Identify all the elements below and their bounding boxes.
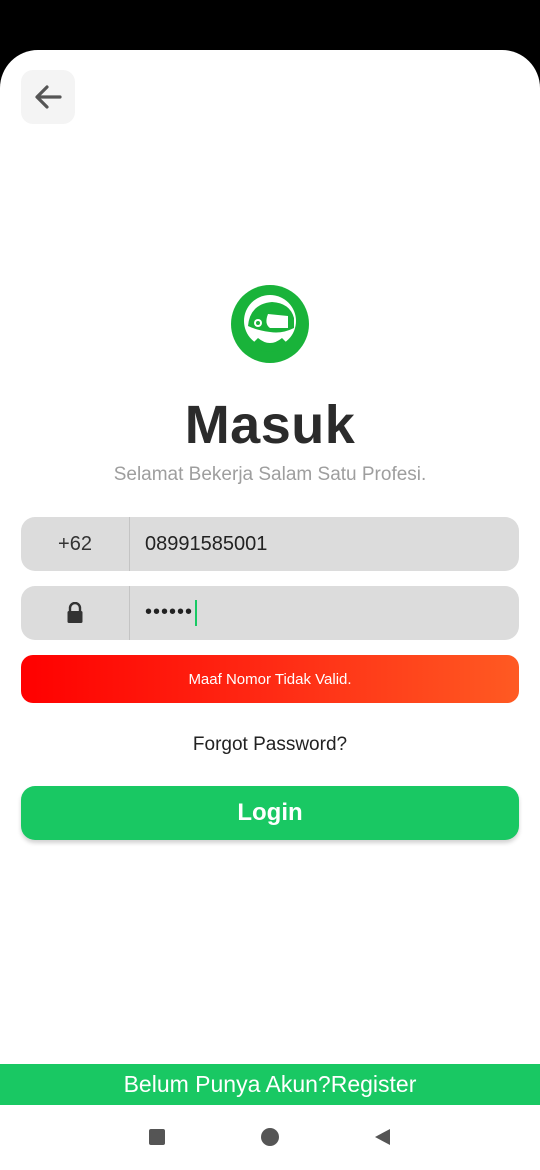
register-prompt: Belum Punya Akun? xyxy=(123,1071,331,1097)
page-title: Masuk xyxy=(184,395,356,455)
password-prefix xyxy=(21,586,130,640)
page-subtitle: Selamat Bekerja Salam Satu Profesi. xyxy=(113,464,427,485)
password-field[interactable]: •••••• xyxy=(21,586,519,640)
login-button[interactable]: Login xyxy=(21,786,519,840)
helmet-logo-icon xyxy=(231,285,309,363)
arrow-left-icon xyxy=(35,85,62,109)
register-bar: Belum Punya Akun? Register xyxy=(0,1064,540,1105)
password-masked-value: •••••• xyxy=(145,600,194,623)
password-input[interactable]: •••••• xyxy=(130,600,198,626)
phone-input[interactable]: 08991585001 xyxy=(130,533,267,556)
home-button[interactable] xyxy=(258,1125,282,1149)
lock-icon xyxy=(67,602,83,623)
country-code[interactable]: +62 xyxy=(21,517,130,571)
register-link[interactable]: Register xyxy=(331,1071,417,1098)
circle-icon xyxy=(261,1128,279,1146)
text-caret xyxy=(195,600,198,626)
forgot-password-link[interactable]: Forgot Password? xyxy=(0,734,540,756)
recents-button[interactable] xyxy=(145,1125,169,1149)
system-nav-bar xyxy=(0,1105,540,1170)
login-screen: Masuk Selamat Bekerja Salam Satu Profesi… xyxy=(0,50,540,1170)
triangle-back-icon xyxy=(375,1129,390,1145)
back-button[interactable] xyxy=(21,70,75,124)
square-icon xyxy=(149,1129,165,1145)
phone-field[interactable]: +62 08991585001 xyxy=(21,517,519,571)
system-back-button[interactable] xyxy=(370,1125,394,1149)
error-banner: Maaf Nomor Tidak Valid. xyxy=(21,655,519,703)
